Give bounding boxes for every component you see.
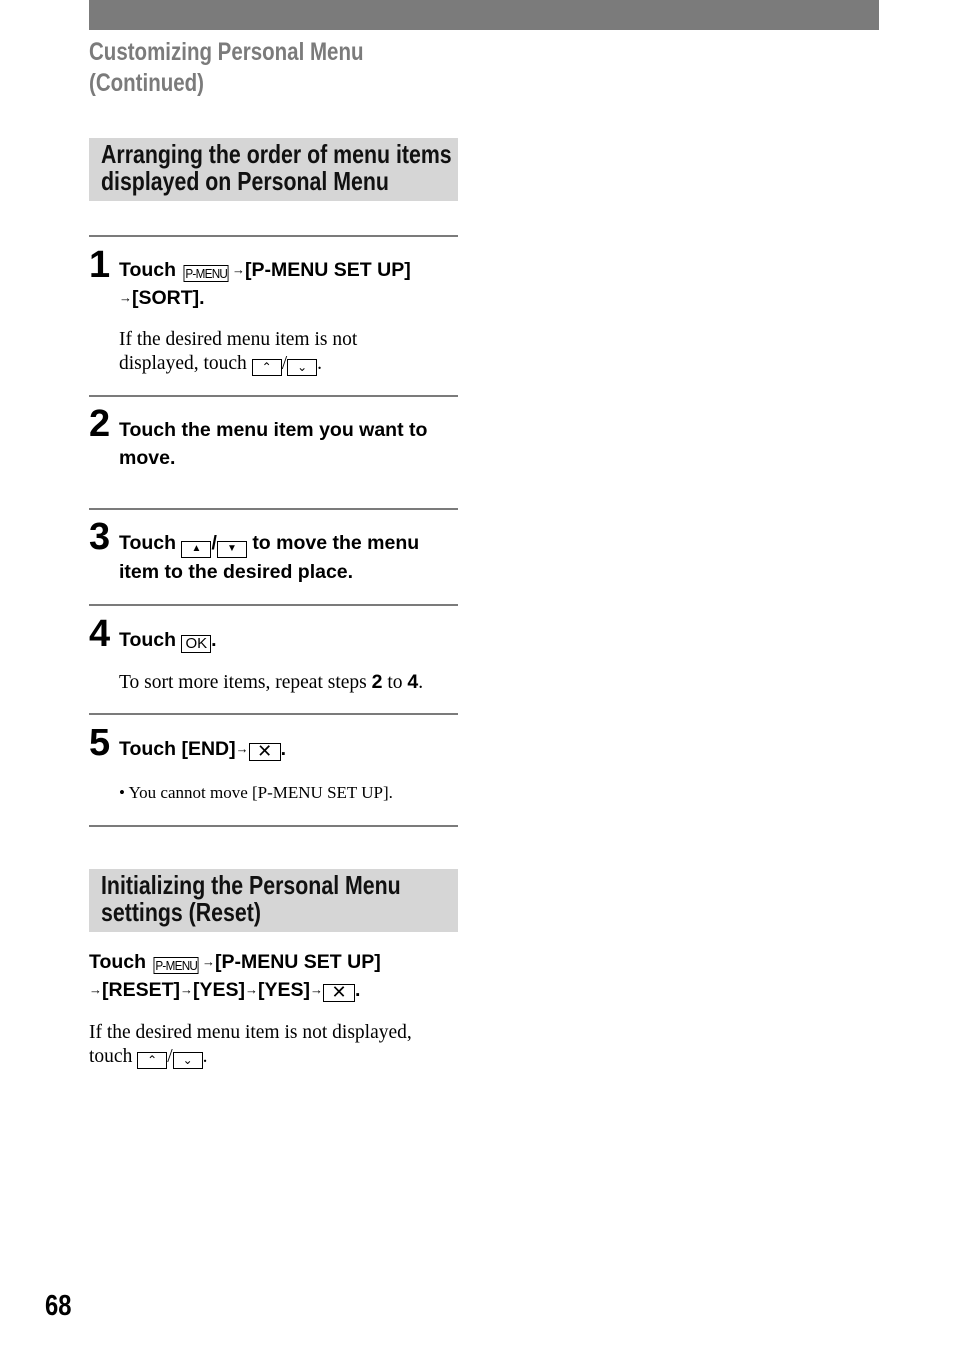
divider bbox=[89, 713, 458, 715]
ok-icon: OK bbox=[181, 635, 212, 653]
divider bbox=[89, 395, 458, 397]
arrow-icon: → bbox=[119, 290, 132, 305]
step-1-instruction: Touch P-MENU →[P-MENU SET UP] →[SORT]. bbox=[119, 259, 411, 309]
page-number: 68 bbox=[45, 1290, 72, 1322]
section-heading-line2: settings (Reset) bbox=[101, 897, 261, 927]
section-heading-reset: Initializing the Personal Menu settings … bbox=[89, 869, 458, 932]
step-number-5: 5 bbox=[89, 722, 111, 764]
scroll-down-icon: ⌄ bbox=[287, 359, 318, 376]
divider bbox=[89, 604, 458, 606]
step-5-note: • You cannot move [P-MENU SET UP]. bbox=[119, 783, 393, 802]
step-number-3: 3 bbox=[89, 516, 111, 558]
arrow-icon: → bbox=[180, 982, 193, 997]
step-number-4: 4 bbox=[89, 613, 111, 655]
close-icon: ✕ bbox=[248, 742, 281, 761]
close-icon: ✕ bbox=[323, 983, 356, 1002]
arrow-icon: → bbox=[245, 982, 259, 997]
step-3-instruction: Touch ▲ / ▼ to move the menu item to the d… bbox=[119, 532, 420, 583]
divider bbox=[89, 825, 458, 827]
page-title-line1: Customizing Personal Menu bbox=[89, 38, 364, 66]
arrow-icon: → bbox=[231, 262, 245, 277]
scroll-up-icon: ⌃ bbox=[137, 1052, 168, 1069]
step-number-1: 1 bbox=[89, 244, 111, 286]
step-number-2: 2 bbox=[89, 403, 111, 445]
step-1-note: If the desired menu item is not displaye… bbox=[119, 329, 358, 376]
step-5-instruction: Touch [END]→ ✕. bbox=[119, 738, 287, 761]
p-menu-icon: P-MENU bbox=[153, 957, 200, 974]
step-4-note: To sort more items, repeat steps 2 to 4. bbox=[119, 671, 424, 693]
section-heading-line1: Initializing the Personal Menu bbox=[101, 870, 401, 900]
arrow-icon: → bbox=[201, 954, 215, 969]
arrow-icon: → bbox=[310, 982, 324, 997]
reset-note: If the desired menu item is not displaye… bbox=[89, 1022, 412, 1069]
divider bbox=[89, 235, 458, 237]
step-4-instruction: Touch OK. bbox=[119, 629, 217, 653]
p-menu-icon: P-MENU bbox=[183, 265, 230, 282]
arrow-icon: → bbox=[235, 741, 249, 756]
reset-instruction: Touch P-MENU →[P-MENU SET UP] →[RESET]→[Y… bbox=[89, 951, 381, 1002]
step-2-instruction: Touch the menu item you want to move. bbox=[119, 419, 428, 469]
scroll-down-icon: ⌄ bbox=[172, 1052, 203, 1069]
scroll-up-icon: ⌃ bbox=[251, 359, 282, 376]
section-heading-arranging: Arranging the order of menu items displa… bbox=[89, 138, 458, 201]
arrow-icon: → bbox=[89, 982, 102, 997]
divider bbox=[89, 508, 458, 510]
move-up-icon: ▲ bbox=[181, 541, 212, 558]
header-bar bbox=[89, 0, 879, 30]
page-title-line2: (Continued) bbox=[89, 69, 204, 97]
section-heading-line2: displayed on Personal Menu bbox=[101, 166, 389, 196]
move-down-icon: ▼ bbox=[216, 541, 247, 558]
section-heading-line1: Arranging the order of menu items bbox=[101, 139, 452, 169]
page-title: Customizing Personal Menu (Continued) bbox=[89, 37, 433, 99]
